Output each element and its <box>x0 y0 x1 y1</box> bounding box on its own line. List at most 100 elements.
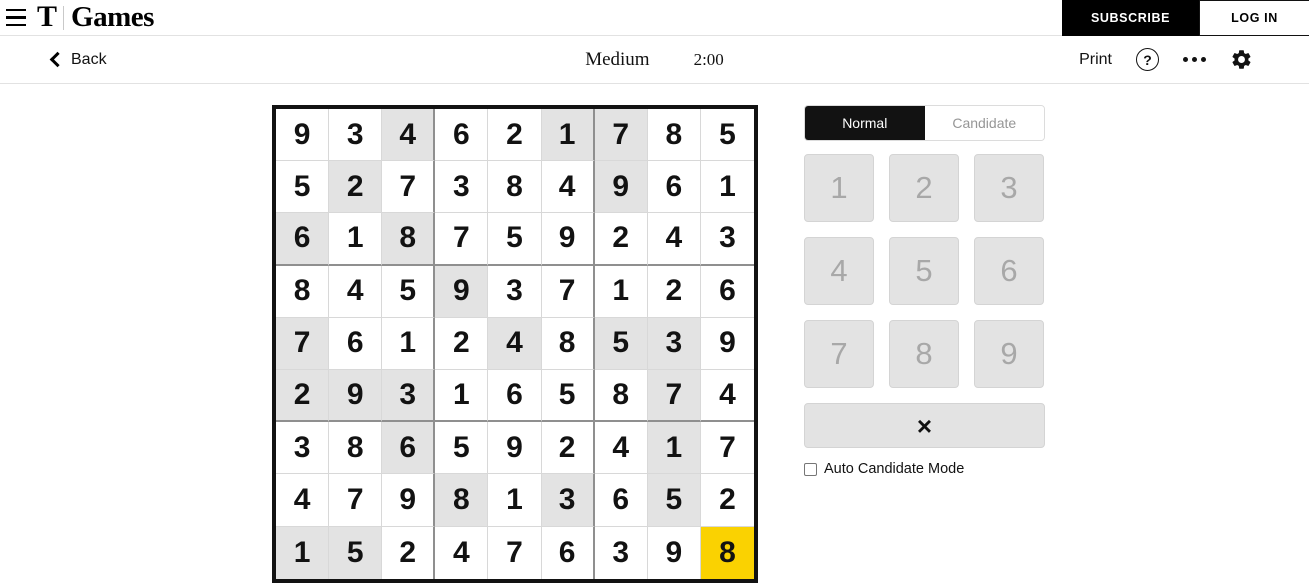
sudoku-cell[interactable]: 5 <box>382 265 436 318</box>
sudoku-cell[interactable]: 3 <box>647 317 701 370</box>
subscribe-button[interactable]: SUBSCRIBE <box>1062 0 1199 36</box>
num-key-8[interactable]: 8 <box>889 320 959 388</box>
sudoku-cell[interactable]: 5 <box>329 526 383 579</box>
sudoku-cell[interactable]: 3 <box>276 422 330 475</box>
sudoku-cell[interactable]: 3 <box>435 161 489 214</box>
sudoku-cell[interactable]: 1 <box>594 265 648 318</box>
sudoku-cell[interactable]: 1 <box>329 213 383 266</box>
sudoku-cell[interactable]: 3 <box>594 526 648 579</box>
sudoku-cell[interactable]: 6 <box>488 369 542 423</box>
sudoku-cell[interactable]: 1 <box>276 526 330 579</box>
sudoku-cell[interactable]: 1 <box>700 161 754 214</box>
sudoku-cell[interactable]: 1 <box>382 317 436 370</box>
sudoku-cell[interactable]: 2 <box>700 474 754 527</box>
sudoku-cell[interactable]: 7 <box>541 265 595 318</box>
sudoku-cell[interactable]: 8 <box>276 265 330 318</box>
sudoku-cell[interactable]: 3 <box>488 265 542 318</box>
sudoku-cell[interactable]: 6 <box>700 265 754 318</box>
sudoku-cell[interactable]: 8 <box>488 161 542 214</box>
sudoku-cell[interactable]: 4 <box>329 265 383 318</box>
login-button[interactable]: LOG IN <box>1199 0 1309 36</box>
sudoku-cell[interactable]: 4 <box>700 369 754 423</box>
sudoku-cell[interactable]: 6 <box>541 526 595 579</box>
sudoku-cell[interactable]: 8 <box>700 526 754 579</box>
sudoku-cell[interactable]: 1 <box>488 474 542 527</box>
sudoku-cell[interactable]: 2 <box>276 369 330 423</box>
num-key-6[interactable]: 6 <box>974 237 1044 305</box>
sudoku-cell[interactable]: 1 <box>541 109 595 162</box>
sudoku-cell[interactable]: 9 <box>700 317 754 370</box>
sudoku-cell[interactable]: 2 <box>541 422 595 475</box>
sudoku-cell[interactable]: 6 <box>329 317 383 370</box>
sudoku-cell[interactable]: 3 <box>329 109 383 162</box>
sudoku-cell[interactable]: 5 <box>700 109 754 162</box>
sudoku-cell[interactable]: 5 <box>435 422 489 475</box>
sudoku-cell[interactable]: 9 <box>594 161 648 214</box>
settings-button[interactable] <box>1230 48 1253 71</box>
sudoku-cell[interactable]: 4 <box>435 526 489 579</box>
num-key-9[interactable]: 9 <box>974 320 1044 388</box>
sudoku-cell[interactable]: 3 <box>382 369 436 423</box>
sudoku-cell[interactable]: 4 <box>488 317 542 370</box>
sudoku-board[interactable]: 9 3 4 6 2 1 7 8 5 5 2 7 3 8 4 9 6 1 6 1 8 7 5 9 2 4 3 8 4 5 9 3 7 1 2 6 7 6 1 2… <box>272 105 758 583</box>
sudoku-cell[interactable]: 4 <box>276 474 330 527</box>
back-button[interactable]: Back <box>49 51 107 69</box>
sudoku-cell[interactable]: 2 <box>594 213 648 266</box>
num-key-2[interactable]: 2 <box>889 154 959 222</box>
sudoku-cell[interactable]: 2 <box>382 526 436 579</box>
sudoku-cell[interactable]: 9 <box>541 213 595 266</box>
sudoku-cell[interactable]: 8 <box>541 317 595 370</box>
sudoku-cell[interactable]: 5 <box>541 369 595 423</box>
num-key-5[interactable]: 5 <box>889 237 959 305</box>
sudoku-cell[interactable]: 2 <box>435 317 489 370</box>
sudoku-cell[interactable]: 8 <box>435 474 489 527</box>
num-key-7[interactable]: 7 <box>804 320 874 388</box>
sudoku-cell[interactable]: 7 <box>329 474 383 527</box>
sudoku-cell[interactable]: 3 <box>541 474 595 527</box>
num-key-3[interactable]: 3 <box>974 154 1044 222</box>
sudoku-cell[interactable]: 9 <box>435 265 489 318</box>
sudoku-cell[interactable]: 8 <box>594 369 648 423</box>
sudoku-cell[interactable]: 5 <box>488 213 542 266</box>
sudoku-cell[interactable]: 6 <box>276 213 330 266</box>
sudoku-cell[interactable]: 1 <box>435 369 489 423</box>
sudoku-cell[interactable]: 5 <box>594 317 648 370</box>
sudoku-cell[interactable]: 6 <box>594 474 648 527</box>
num-key-4[interactable]: 4 <box>804 237 874 305</box>
sudoku-cell[interactable]: 4 <box>541 161 595 214</box>
sudoku-cell[interactable]: 7 <box>594 109 648 162</box>
sudoku-cell[interactable]: 2 <box>647 265 701 318</box>
sudoku-cell[interactable]: 7 <box>382 161 436 214</box>
sudoku-cell[interactable]: 3 <box>700 213 754 266</box>
sudoku-cell[interactable]: 8 <box>647 109 701 162</box>
print-button[interactable]: Print <box>1079 51 1112 69</box>
sudoku-cell[interactable]: 9 <box>329 369 383 423</box>
hamburger-menu-icon[interactable] <box>3 0 29 36</box>
erase-button[interactable]: × <box>804 403 1045 448</box>
sudoku-cell[interactable]: 6 <box>382 422 436 475</box>
auto-candidate-checkbox[interactable] <box>804 462 817 476</box>
sudoku-cell[interactable]: 7 <box>488 526 542 579</box>
sudoku-cell[interactable]: 9 <box>276 109 330 162</box>
sudoku-cell[interactable]: 2 <box>488 109 542 162</box>
sudoku-cell[interactable]: 6 <box>435 109 489 162</box>
mode-candidate-button[interactable]: Candidate <box>924 106 1044 140</box>
nyt-games-logo[interactable]: T Games <box>37 1 154 33</box>
more-options-button[interactable] <box>1183 57 1206 62</box>
sudoku-cell[interactable]: 4 <box>647 213 701 266</box>
sudoku-cell[interactable]: 8 <box>382 213 436 266</box>
sudoku-cell[interactable]: 4 <box>382 109 436 162</box>
num-key-1[interactable]: 1 <box>804 154 874 222</box>
sudoku-cell[interactable]: 8 <box>329 422 383 475</box>
help-button[interactable]: ? <box>1136 48 1159 71</box>
sudoku-cell[interactable]: 9 <box>382 474 436 527</box>
sudoku-cell[interactable]: 7 <box>647 369 701 423</box>
sudoku-cell[interactable]: 7 <box>276 317 330 370</box>
sudoku-cell[interactable]: 7 <box>700 422 754 475</box>
sudoku-cell[interactable]: 2 <box>329 161 383 214</box>
sudoku-cell[interactable]: 6 <box>647 161 701 214</box>
sudoku-cell[interactable]: 7 <box>435 213 489 266</box>
sudoku-cell[interactable]: 9 <box>488 422 542 475</box>
sudoku-cell[interactable]: 1 <box>647 422 701 475</box>
sudoku-cell[interactable]: 5 <box>647 474 701 527</box>
